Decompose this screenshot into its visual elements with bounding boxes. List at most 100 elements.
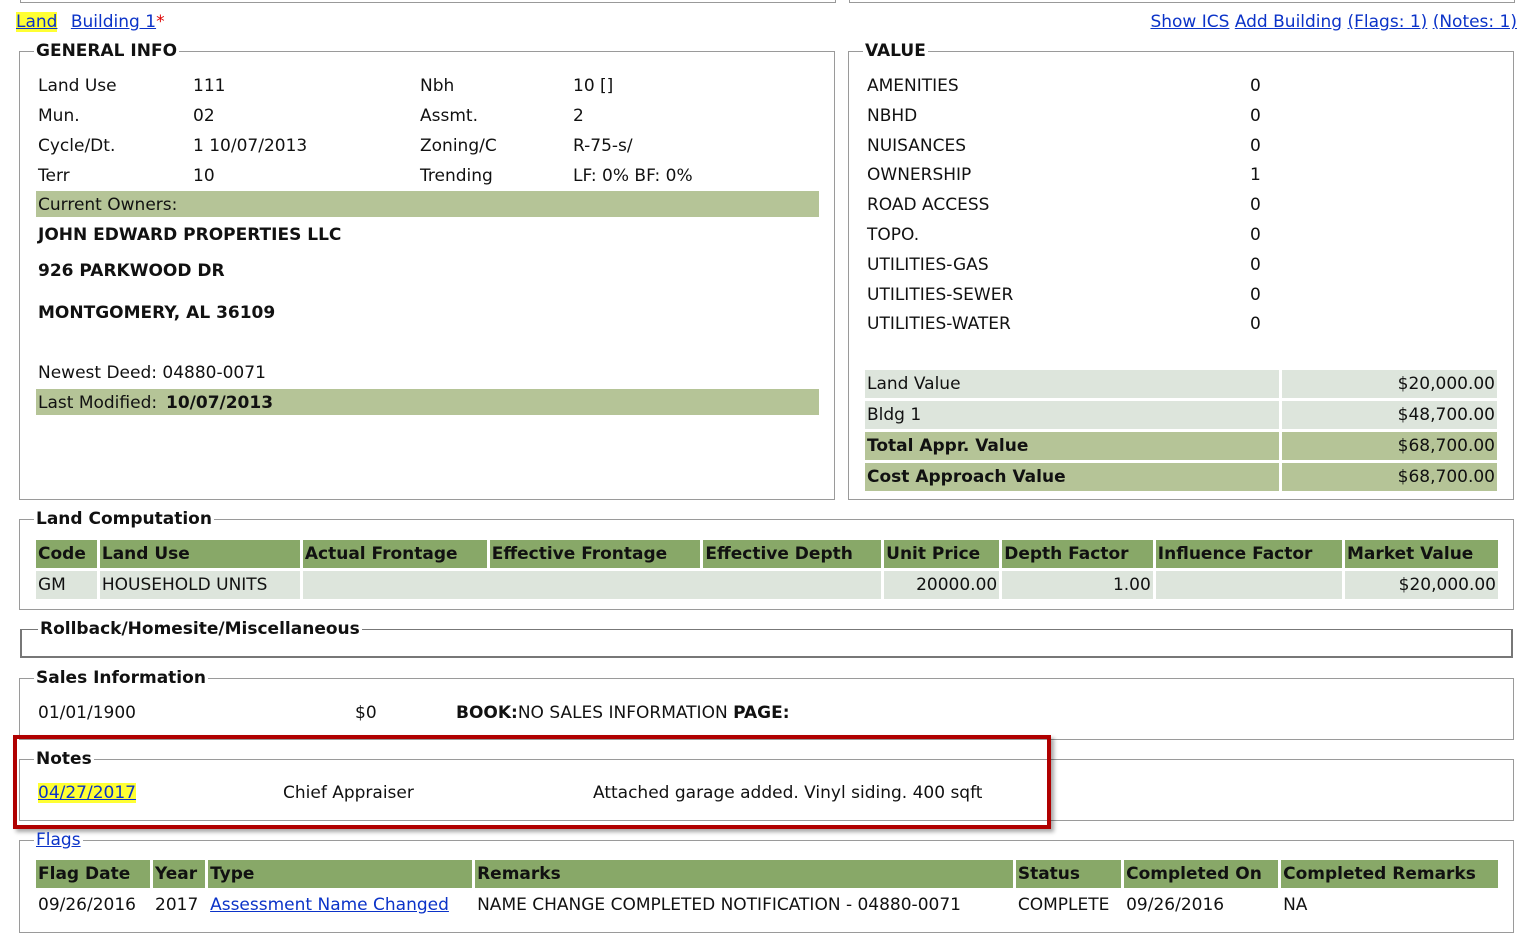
value-legend: VALUE [865,41,926,61]
land-computation-table: Code Land Use Actual Frontage Effective … [33,537,1501,602]
cell-status: COMPLETE [1017,895,1110,915]
flags-legend-wrap: Flags [34,830,83,850]
last-modified-value: 10/07/2013 [166,393,274,413]
assmt-label: Assmt. [420,106,478,126]
land-computation-header-row: Code Land Use Actual Frontage Effective … [36,540,1498,568]
cell-type: Assessment Name Changed [208,891,472,919]
last-modified-bar: Last Modified: 10/07/2013 [36,389,819,415]
value-factor-name: ROAD ACCESS [867,195,990,216]
sales-legend: Sales Information [36,668,206,688]
flags-header-row: Flag Date Year Type Remarks Status Compl… [36,860,1498,888]
value-factor-value: 0 [1250,135,1261,156]
current-owners-bar: Current Owners: [36,191,819,217]
top-nav-right: Show ICS Add Building (Flags: 1) (Notes:… [1150,12,1517,32]
col-depth-factor: Depth Factor [1002,540,1153,568]
bldg-value-row: Bldg 1 $48,700.00 [865,401,1497,429]
flags-legend-link[interactable]: Flags [36,830,81,850]
cell-completed-on: 09/26/2016 [1126,895,1225,915]
value-factor-value: 0 [1250,76,1261,96]
cell-code: GM [36,571,97,599]
book-value: NO SALES INFORMATION [517,703,728,723]
col-flag-date: Flag Date [36,860,150,888]
total-appr-amount: $68,700.00 [1282,432,1497,460]
land-tab-link[interactable]: Land [16,12,58,32]
cycle-value: 1 10/07/2013 [193,136,308,156]
value-factor-value: 0 [1250,195,1261,216]
total-appr-row: Total Appr. Value $68,700.00 [865,432,1497,460]
owner-name: JOHN EDWARD PROPERTIES LLC [38,225,342,245]
building-modified-mark: * [156,12,165,32]
value-factor-value: 0 [1250,105,1261,126]
col-influence-factor: Influence Factor [1155,540,1342,568]
assmt-value: 2 [573,106,584,126]
value-factor-value: 1 [1250,165,1261,186]
table-row: GM HOUSEHOLD UNITS 20000.00 1.00 $20,000… [36,571,1498,599]
top-nav-left: Land Building 1* [16,12,165,32]
value-factor-name: UTILITIES-GAS [867,254,989,275]
general-info-legend: GENERAL INFO [36,41,178,61]
cell-depth-factor: 1.00 [1002,571,1153,599]
current-owners-label: Current Owners: [38,195,178,215]
newest-deed-label: Newest Deed: [38,363,157,383]
upper-frame-left [20,0,836,3]
show-ics-link[interactable]: Show ICS [1150,12,1229,32]
rollback-section: Rollback/Homesite/Miscellaneous [20,619,1513,658]
value-factor-value: 0 [1250,254,1261,275]
cell-remarks: NAME CHANGE COMPLETED NOTIFICATION - 048… [477,895,961,915]
flag-type-link[interactable]: Assessment Name Changed [210,895,449,915]
cost-approach-label: Cost Approach Value [865,463,1279,491]
col-market-value: Market Value [1344,540,1498,568]
col-code: Code [36,540,97,568]
flags-table: Flag Date Year Type Remarks Status Compl… [33,857,1501,922]
col-status: Status [1015,860,1122,888]
col-land-use: Land Use [99,540,300,568]
col-unit-price: Unit Price [884,540,1000,568]
cycle-label: Cycle/Dt. [38,136,116,156]
zoning-value: R-75-s/ [573,136,633,156]
page-label: PAGE: [733,703,790,723]
mun-value: 02 [193,106,215,126]
col-year: Year [153,860,206,888]
newest-deed: Newest Deed: 04880-0071 [38,363,266,383]
cell-influence-factor [1155,571,1342,599]
nbh-value: 10 [] [573,76,614,96]
cost-approach-row: Cost Approach Value $68,700.00 [865,463,1497,491]
notes-count-link[interactable]: (Notes: 1) [1433,12,1517,32]
value-factor-name: NUISANCES [867,135,967,156]
table-row: 09/26/2016 2017 Assessment Name Changed … [36,891,1498,919]
land-value-label: Land Value [865,370,1279,398]
land-computation-legend: Land Computation [36,509,212,529]
cell-unit-price: 20000.00 [884,571,1000,599]
value-factor-name: TOPO. [867,225,920,245]
value-factor-value: 0 [1250,225,1261,245]
zoning-label: Zoning/C [420,136,497,156]
bldg-value-amount: $48,700.00 [1282,401,1497,429]
land-value-row: Land Value $20,000.00 [865,370,1497,398]
last-modified-label: Last Modified: [38,393,158,413]
cell-frontage-depth [302,571,882,599]
mun-label: Mun. [38,106,80,126]
nbh-label: Nbh [420,76,455,96]
cell-land-use: HOUSEHOLD UNITS [99,571,300,599]
col-actual-frontage: Actual Frontage [302,540,487,568]
bldg-value-label: Bldg 1 [865,401,1279,429]
value-summary-table: Land Value $20,000.00 Bldg 1 $48,700.00 … [862,367,1500,494]
col-effective-frontage: Effective Frontage [489,540,701,568]
total-appr-label: Total Appr. Value [865,432,1279,460]
land-value-amount: $20,000.00 [1282,370,1497,398]
col-type: Type [208,860,473,888]
building-tab-link[interactable]: Building 1 [71,12,156,32]
add-building-link[interactable]: Add Building [1235,12,1342,32]
flags-count-link[interactable]: (Flags: 1) [1348,12,1428,32]
sales-book-page: BOOK:NO SALES INFORMATION PAGE: [456,703,790,723]
land-use-label: Land Use [38,76,117,96]
book-label: BOOK: [456,703,518,723]
terr-label: Terr [38,166,70,186]
value-factor-name: AMENITIES [867,76,959,96]
cell-flag-date: 09/26/2016 [38,895,136,915]
newest-deed-value: 04880-0071 [162,363,266,383]
col-remarks: Remarks [475,860,1013,888]
cell-market-value: $20,000.00 [1344,571,1498,599]
owner-address-line1: 926 PARKWOOD DR [38,261,225,281]
land-use-value: 111 [193,76,226,96]
